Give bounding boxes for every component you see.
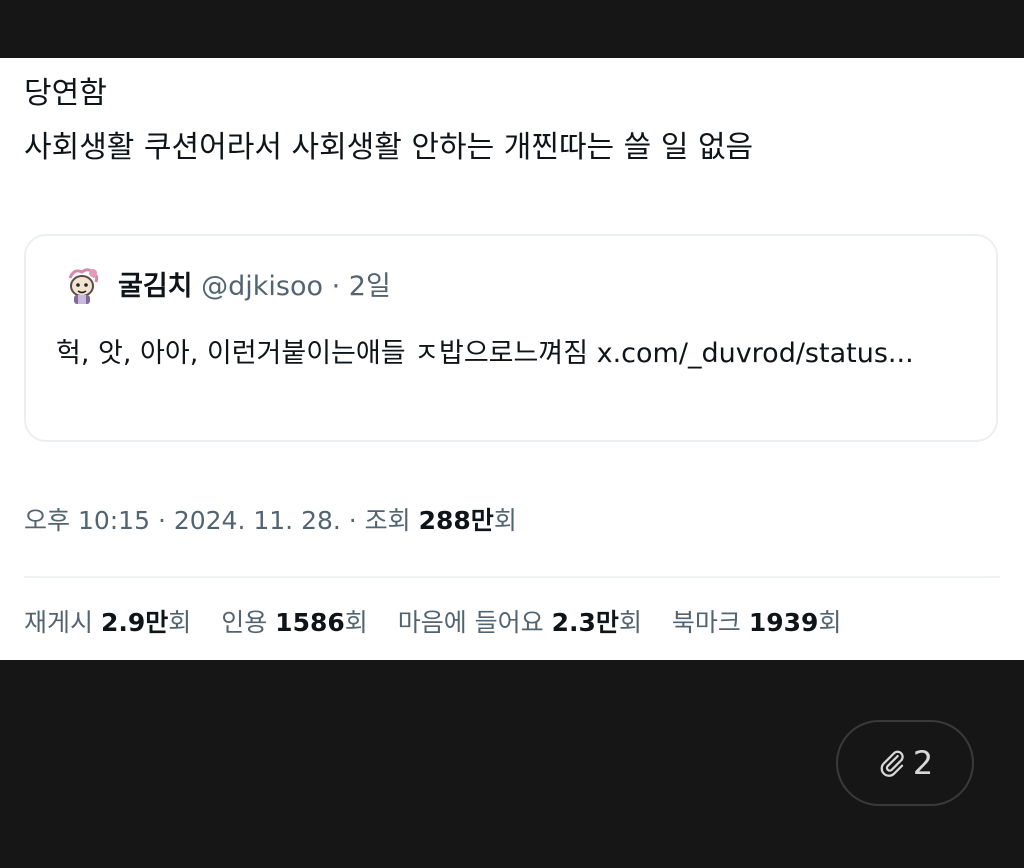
reposts-stat[interactable]: 재게시 2.9만회 <box>24 608 191 637</box>
quoted-post[interactable]: 굴김치 @djkisoo · 2일 헉, 앗, 아아, 이런거붙이는애들 ㅈ밥으… <box>24 234 998 442</box>
header-separator: · <box>323 271 349 302</box>
views-count: 288만 <box>418 506 494 535</box>
quotes-count: 1586 <box>275 608 345 637</box>
quoted-post-text: 헉, 앗, 아아, 이런거붙이는애들 ㅈ밥으로느껴짐 x.com/_duvrod… <box>56 338 914 369</box>
views-suffix: 회 <box>493 506 517 535</box>
meta-separator: · <box>150 506 174 535</box>
quoted-timestamp[interactable]: 2일 <box>349 271 391 302</box>
quotes-label: 인용 <box>221 608 276 637</box>
post-time[interactable]: 오후 10:15 <box>24 506 150 535</box>
paperclip-icon <box>880 750 904 777</box>
attachments-button[interactable]: 2 <box>836 720 974 806</box>
quoted-display-name[interactable]: 굴김치 <box>118 271 193 302</box>
bookmarks-label: 북마크 <box>671 608 749 637</box>
engagement-stats: 재게시 2.9만회 인용 1586회 마음에 들어요 2.3만회 북마크 193… <box>24 606 863 640</box>
reposts-label: 재게시 <box>24 608 101 637</box>
bookmarks-count: 1939 <box>748 608 819 637</box>
post-card: 당연함 사회생활 쿠션어라서 사회생활 안하는 개찐따는 쓸 일 없음 굴김치 … <box>0 58 1024 660</box>
top-bar <box>0 0 1024 58</box>
bookmarks-stat[interactable]: 북마크 1939회 <box>672 608 842 637</box>
quotes-suffix: 회 <box>344 608 368 637</box>
post-meta: 오후 10:15 · 2024. 11. 28. · 조회 288만회 <box>24 504 517 538</box>
reposts-count: 2.9만 <box>100 608 169 637</box>
post-date[interactable]: 2024. 11. 28. <box>174 506 341 535</box>
quotes-stat[interactable]: 인용 1586회 <box>221 608 368 637</box>
divider <box>24 576 1000 578</box>
quoted-handle[interactable]: @djkisoo <box>201 271 323 302</box>
likes-label: 마음에 들어요 <box>397 608 552 637</box>
post-text-line-1: 당연함 <box>24 76 107 111</box>
likes-suffix: 회 <box>618 608 642 637</box>
attachments-count: 2 <box>912 744 934 782</box>
reposts-suffix: 회 <box>168 608 192 637</box>
likes-count: 2.3만 <box>551 608 619 637</box>
meta-separator: · <box>340 506 365 535</box>
post-text-line-2: 사회생활 쿠션어라서 사회생활 안하는 개찐따는 쓸 일 없음 <box>24 130 754 165</box>
quoted-post-header: 굴김치 @djkisoo · 2일 <box>118 270 391 304</box>
avatar[interactable] <box>60 264 104 308</box>
likes-stat[interactable]: 마음에 들어요 2.3만회 <box>398 608 642 637</box>
avatar-character-icon <box>61 265 103 307</box>
bookmarks-suffix: 회 <box>818 608 842 637</box>
views-label: 조회 <box>364 506 419 535</box>
